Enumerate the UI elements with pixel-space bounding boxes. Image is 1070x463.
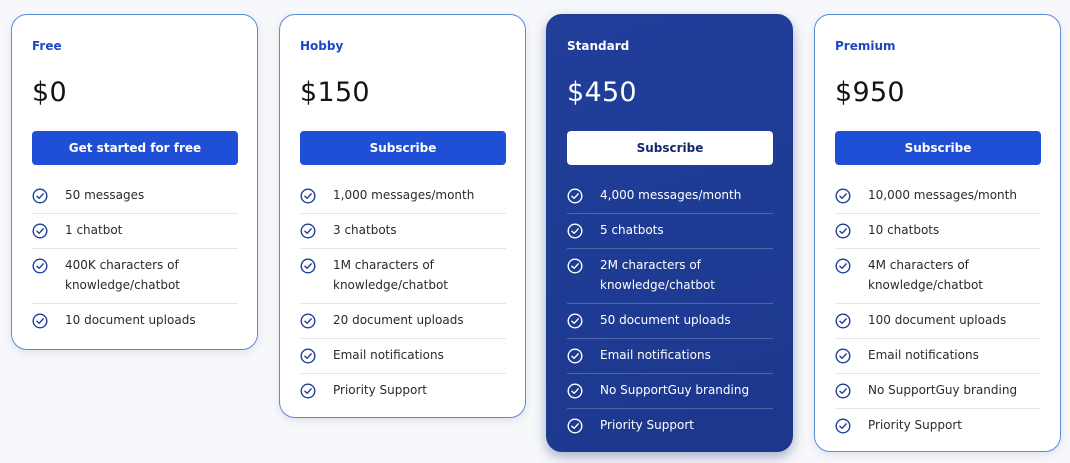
feature-item: 10 chatbots xyxy=(835,214,1041,249)
feature-label: 10 document uploads xyxy=(65,313,196,327)
plan-price: $450 xyxy=(567,77,637,108)
feature-item: 50 document uploads xyxy=(567,304,773,339)
feature-item: 4,000 messages/month xyxy=(567,179,773,214)
feature-item: 20 document uploads xyxy=(300,304,506,339)
feature-item: 400K characters of knowledge/chatbot xyxy=(32,249,238,304)
feature-item: No SupportGuy branding xyxy=(567,374,773,409)
plan-name: Hobby xyxy=(300,39,344,53)
feature-label: Priority Support xyxy=(600,418,694,432)
feature-label: Email notifications xyxy=(600,348,711,362)
feature-item: 100 document uploads xyxy=(835,304,1041,339)
plan-card-free: Free $0 Get started for free 50 messages… xyxy=(11,14,258,350)
feature-list: 4,000 messages/month 5 chatbots 2M chara… xyxy=(567,179,773,443)
plan-name: Free xyxy=(32,39,62,53)
plan-card-hobby: Hobby $150 Subscribe 1,000 messages/mont… xyxy=(279,14,526,418)
plan-card-premium: Premium $950 Subscribe 10,000 messages/m… xyxy=(814,14,1061,452)
feature-item: 50 messages xyxy=(32,179,238,214)
plan-price: $950 xyxy=(835,77,905,108)
feature-item: 3 chatbots xyxy=(300,214,506,249)
subscribe-standard-button[interactable]: Subscribe xyxy=(567,131,773,165)
check-circle-icon xyxy=(835,383,851,399)
check-circle-icon xyxy=(835,418,851,434)
check-circle-icon xyxy=(567,188,583,204)
check-circle-icon xyxy=(835,348,851,364)
feature-item: 2M characters of knowledge/chatbot xyxy=(567,249,773,304)
check-circle-icon xyxy=(300,313,316,329)
feature-item: 10 document uploads xyxy=(32,304,238,338)
feature-label: 100 document uploads xyxy=(868,313,1007,327)
feature-item: Priority Support xyxy=(835,409,1041,443)
feature-label: 50 messages xyxy=(65,188,145,202)
feature-label: 400K characters of knowledge/chatbot xyxy=(65,258,181,292)
pricing-section: Free $0 Get started for free 50 messages… xyxy=(0,0,1070,463)
plan-name: Premium xyxy=(835,39,896,53)
check-circle-icon xyxy=(567,348,583,364)
feature-label: 4M characters of knowledge/chatbot xyxy=(868,258,984,292)
feature-label: 5 chatbots xyxy=(600,223,664,237)
check-circle-icon xyxy=(835,313,851,329)
feature-item: Email notifications xyxy=(567,339,773,374)
feature-item: No SupportGuy branding xyxy=(835,374,1041,409)
feature-label: No SupportGuy branding xyxy=(868,383,1018,397)
feature-label: Priority Support xyxy=(333,383,427,397)
feature-label: 4,000 messages/month xyxy=(600,188,742,202)
feature-item: 5 chatbots xyxy=(567,214,773,249)
check-circle-icon xyxy=(32,188,48,204)
feature-list: 50 messages 1 chatbot 400K characters of… xyxy=(32,179,238,338)
check-circle-icon xyxy=(835,258,851,274)
feature-label: 50 document uploads xyxy=(600,313,731,327)
check-circle-icon xyxy=(300,348,316,364)
feature-item: Email notifications xyxy=(300,339,506,374)
feature-item: 1 chatbot xyxy=(32,214,238,249)
feature-label: 1 chatbot xyxy=(65,223,123,237)
feature-label: 2M characters of knowledge/chatbot xyxy=(600,258,716,292)
plan-price: $0 xyxy=(32,77,67,108)
plan-price: $150 xyxy=(300,77,370,108)
feature-item: Priority Support xyxy=(300,374,506,408)
plan-card-standard: Standard $450 Subscribe 4,000 messages/m… xyxy=(546,14,793,452)
feature-list: 1,000 messages/month 3 chatbots 1M chara… xyxy=(300,179,506,408)
feature-item: 10,000 messages/month xyxy=(835,179,1041,214)
feature-label: 1,000 messages/month xyxy=(333,188,475,202)
feature-label: 10 chatbots xyxy=(868,223,940,237)
check-circle-icon xyxy=(567,223,583,239)
feature-label: 1M characters of knowledge/chatbot xyxy=(333,258,449,292)
feature-label: 10,000 messages/month xyxy=(868,188,1017,202)
subscribe-premium-button[interactable]: Subscribe xyxy=(835,131,1041,165)
feature-list: 10,000 messages/month 10 chatbots 4M cha… xyxy=(835,179,1041,443)
feature-item: 1,000 messages/month xyxy=(300,179,506,214)
plan-name: Standard xyxy=(567,39,630,53)
feature-item: Email notifications xyxy=(835,339,1041,374)
feature-item: Priority Support xyxy=(567,409,773,443)
feature-label: Email notifications xyxy=(333,348,444,362)
feature-item: 1M characters of knowledge/chatbot xyxy=(300,249,506,304)
feature-label: No SupportGuy branding xyxy=(600,383,750,397)
check-circle-icon xyxy=(300,383,316,399)
feature-item: 4M characters of knowledge/chatbot xyxy=(835,249,1041,304)
check-circle-icon xyxy=(300,223,316,239)
check-circle-icon xyxy=(32,313,48,329)
check-circle-icon xyxy=(835,223,851,239)
feature-label: Priority Support xyxy=(868,418,962,432)
check-circle-icon xyxy=(300,188,316,204)
check-circle-icon xyxy=(567,418,583,434)
check-circle-icon xyxy=(32,223,48,239)
check-circle-icon xyxy=(567,258,583,274)
subscribe-hobby-button[interactable]: Subscribe xyxy=(300,131,506,165)
get-started-free-button[interactable]: Get started for free xyxy=(32,131,238,165)
feature-label: 3 chatbots xyxy=(333,223,397,237)
check-circle-icon xyxy=(567,383,583,399)
check-circle-icon xyxy=(300,258,316,274)
feature-label: Email notifications xyxy=(868,348,979,362)
feature-label: 20 document uploads xyxy=(333,313,464,327)
check-circle-icon xyxy=(835,188,851,204)
check-circle-icon xyxy=(567,313,583,329)
check-circle-icon xyxy=(32,258,48,274)
